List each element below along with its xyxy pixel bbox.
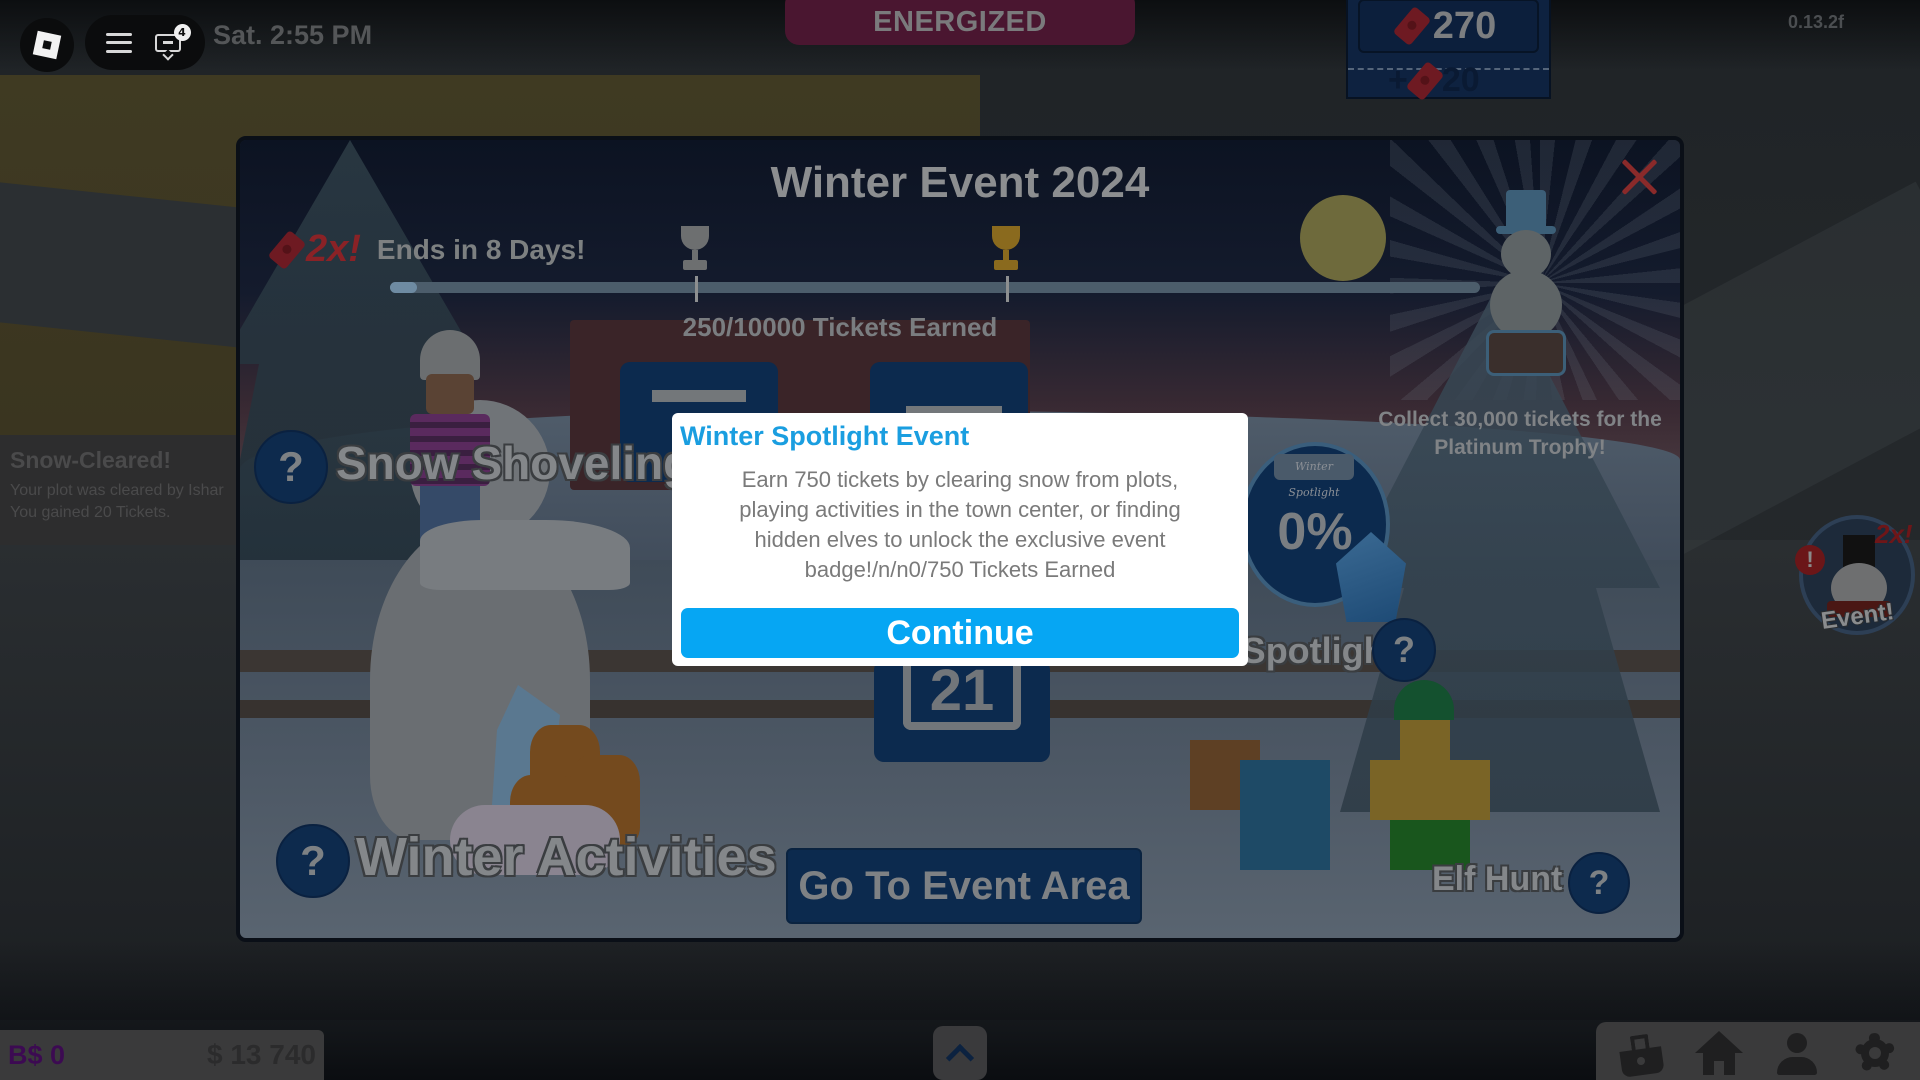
profile-icon[interactable] [1771,1029,1823,1077]
question-mark-icon: ? [278,443,304,490]
currency-bar: B$ 0 $ 13 740 [0,1030,324,1080]
calendar-card[interactable]: 21 [874,660,1050,762]
cash-balance: $ 13 740 [207,1039,316,1070]
question-mark-icon: ? [300,837,326,884]
platinum-text-line-2: Platinum Trophy! [1434,436,1606,459]
game-version: 0.13.2f [1788,12,1845,32]
calendar-day-icon: 21 [903,660,1021,730]
spotlight-progress-percent: 0% [1277,502,1353,561]
event-ends-text: Ends in 8 Days! [376,233,586,265]
elf-illustration [1350,680,1520,880]
ticket-counter: 270 + 20 [1346,0,1551,101]
platinum-trophy-text: Collect 30,000 tickets for the Platinum … [1370,406,1670,462]
chat-unread-badge: 4 [173,23,191,41]
close-icon[interactable] [1618,156,1660,198]
roblox-logo-icon [32,30,62,60]
bottom-nav-bar [1596,1022,1920,1080]
notification-title: Snow-Cleared! [10,447,172,473]
ticket-recent-gain: + 20 [1388,60,1518,101]
energized-status-banner: ENERGIZED [785,0,1135,45]
background-roof [0,182,240,348]
snow-cleared-notification: Snow-Cleared! Your plot was cleared by I… [0,435,236,545]
gift-illustration [1240,760,1330,870]
dialog-title: Winter Spotlight Event [680,421,970,451]
winter-activities-help-button[interactable]: ? [276,824,350,898]
settings-gear-icon[interactable] [1849,1029,1901,1077]
winter-activities-label[interactable]: Winter Activities [356,826,777,888]
winter-spotlight-dialog: Winter Spotlight Event Earn 750 tickets … [672,413,1248,666]
ticket-gain-value: 20 [1441,61,1480,99]
chevron-up-icon [945,1043,975,1073]
question-mark-icon: ? [1393,629,1415,670]
platinum-snowman-trophy [1476,190,1576,380]
hamburger-icon[interactable] [105,32,132,53]
ticket-icon [1405,60,1445,101]
topbar-menu-group: 4 [85,15,205,70]
question-mark-icon: ? [1588,863,1610,902]
snow-pile-illustration [420,520,630,590]
chat-icon[interactable]: 4 [153,23,191,61]
silver-trophy-icon [675,226,715,274]
event-progress-fill [390,282,418,293]
shoveling-avatar-illustration [390,330,510,546]
gold-trophy-milestone-marker [1005,276,1009,302]
home-icon[interactable] [1693,1029,1745,1077]
event-multiplier-text: 2x! [1875,519,1913,549]
ticket-gain-plus: + [1388,61,1408,99]
panel-title: Winter Event 2024 [770,158,1150,207]
multiplier-text: 2x! [306,228,361,270]
continue-button[interactable]: Continue [681,608,1239,658]
elf-hunt-help-button[interactable]: ? [1568,852,1630,914]
platinum-text-line-1: Collect 30,000 tickets for the [1378,408,1662,431]
ticket-total-box: 270 [1358,0,1539,53]
ticket-icon [1392,5,1432,47]
elf-hunt-label[interactable]: Elf Hunt [1432,860,1562,899]
spotlight-badge-tag: Winter Spotlight [1274,454,1354,499]
shop-basket-icon[interactable] [1615,1029,1667,1078]
event-shortcut-button[interactable]: ! 2x! Event! [1795,515,1920,640]
notification-line-2: You gained 20 Tickets. [10,504,171,521]
notification-line-1: Your plot was cleared by Ishar [10,482,224,499]
notification-body: Your plot was cleared by Ishar You gaine… [10,480,226,524]
alert-icon: ! [1795,545,1825,575]
gold-trophy-icon [986,226,1026,274]
bucks-balance: B$ 0 [8,1039,66,1070]
go-to-event-area-button[interactable]: Go To Event Area [786,848,1142,924]
snow-shoveling-help-button[interactable]: ? [254,430,328,504]
dialog-body: Earn 750 tickets by clearing snow from p… [739,467,1181,582]
ticket-total: 270 [1432,4,1497,47]
winter-spotlight-help-button[interactable]: ? [1372,618,1436,682]
game-clock: Sat. 2:55 PM [213,20,373,50]
event-progress-bar [390,276,1480,302]
ticket-multiplier-banner: 2x! Ends in 8 Days! [267,228,586,271]
silver-trophy-milestone-marker [695,276,699,302]
snow-shoveling-label[interactable]: Snow Shoveling [336,436,691,490]
expand-toolbar-button[interactable] [933,1026,987,1080]
roblox-menu-button[interactable] [20,18,74,72]
